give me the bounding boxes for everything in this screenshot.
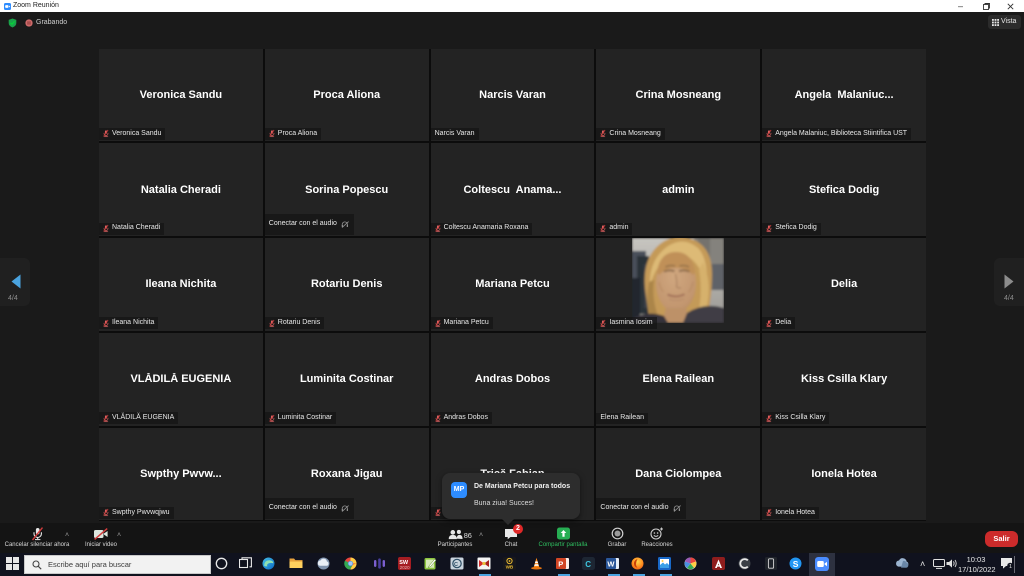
svg-text:2020: 2020 — [400, 565, 410, 570]
svg-text:86: 86 — [464, 530, 472, 539]
svg-text:C: C — [454, 562, 458, 568]
svg-text:C: C — [585, 560, 591, 569]
svg-text:WB: WB — [506, 564, 514, 569]
svg-text:1: 1 — [1009, 564, 1012, 570]
svg-text:S: S — [793, 559, 799, 569]
svg-text:P: P — [558, 560, 563, 569]
svg-text:W: W — [607, 560, 615, 569]
